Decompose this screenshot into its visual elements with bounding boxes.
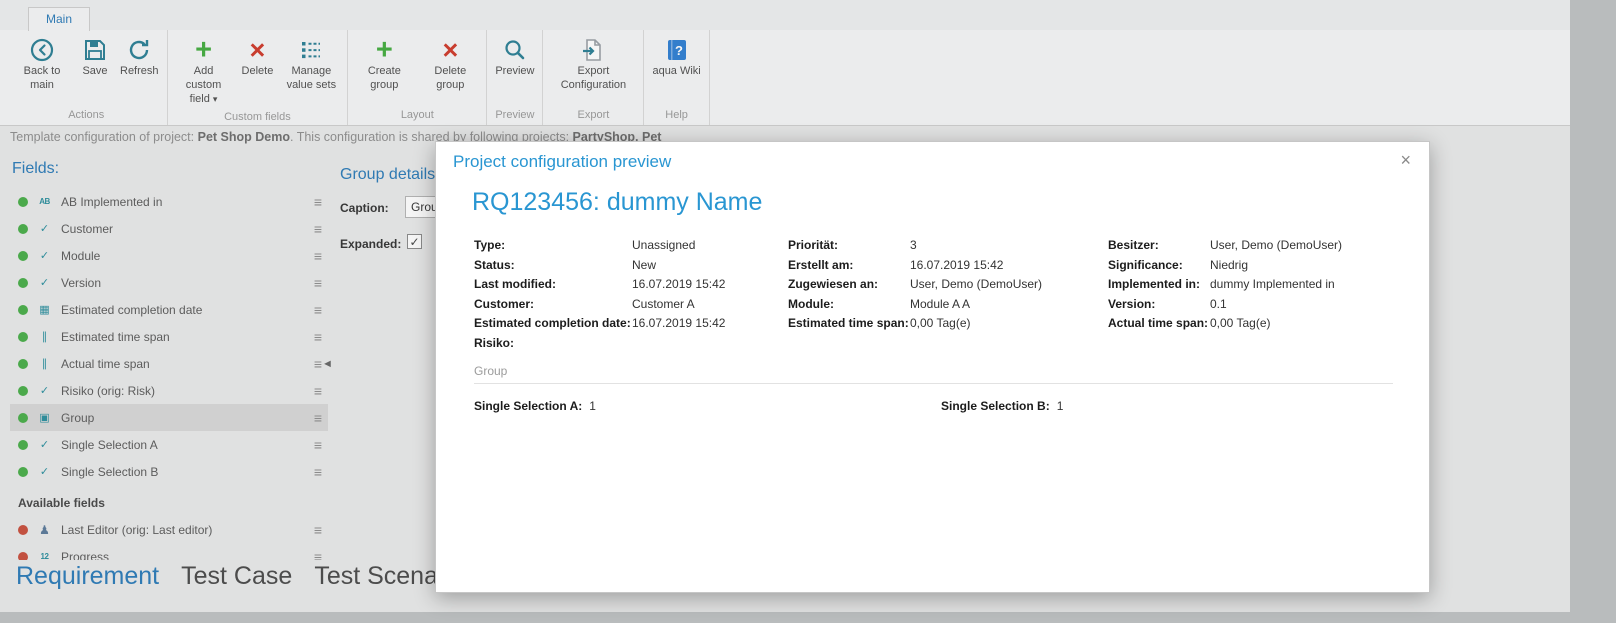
field-label: Significance: xyxy=(1108,257,1183,272)
field-row: Significance: Niedrig xyxy=(1108,258,1413,278)
field-label: Risiko: xyxy=(474,335,515,350)
field-row: Risiko: xyxy=(474,336,782,356)
field-row: Status: New xyxy=(474,258,782,278)
requirement-heading: RQ123456: dummy Name xyxy=(472,188,763,216)
field-row: Priorität: 3 xyxy=(788,238,1103,258)
field-row: Zugewiesen an: User, Demo (DemoUser) xyxy=(788,277,1103,297)
field-label: Erstellt am: xyxy=(788,257,854,272)
field-label: Type: xyxy=(474,238,506,252)
field-label: Besitzer: xyxy=(1108,238,1159,252)
field-value: 1 xyxy=(1056,399,1064,413)
field-row: Single Selection A: 1 xyxy=(474,399,596,413)
field-label: Last modified: xyxy=(474,277,557,291)
project-configuration-preview-dialog: Project configuration preview × RQ123456… xyxy=(435,141,1430,593)
field-row: Estimated completion date: 16.07.2019 15:… xyxy=(474,316,782,336)
field-label: Status: xyxy=(474,257,515,272)
field-value: dummy Implemented in xyxy=(1210,277,1335,291)
field-label: Version: xyxy=(1108,296,1156,311)
field-value: New xyxy=(632,257,657,272)
field-value: 1 xyxy=(589,399,596,413)
field-value: 16.07.2019 15:42 xyxy=(632,277,726,291)
field-label: Single Selection B: xyxy=(941,399,1050,413)
field-value: 0,00 Tag(e) xyxy=(910,316,971,330)
field-label: Priorität: xyxy=(788,238,839,252)
field-value: 0,00 Tag(e) xyxy=(1210,316,1271,330)
field-value: User, Demo (DemoUser) xyxy=(1210,238,1343,252)
field-label: Single Selection A: xyxy=(474,399,583,413)
field-value: Module A A xyxy=(910,296,971,311)
group-section-title: Group xyxy=(474,364,508,378)
group-section-divider xyxy=(474,383,1393,384)
field-value: Customer A xyxy=(632,296,695,311)
field-value: User, Demo (DemoUser) xyxy=(910,277,1043,291)
field-label: Zugewiesen an: xyxy=(788,277,879,291)
field-row: Customer: Customer A xyxy=(474,297,782,317)
field-value: 3 xyxy=(910,238,917,252)
field-value: Niedrig xyxy=(1210,257,1249,272)
field-row: Type: Unassigned xyxy=(474,238,782,258)
field-value: 0.1 xyxy=(1210,296,1227,311)
field-row: Implemented in: dummy Implemented in xyxy=(1108,277,1413,297)
field-row: Module: Module A A xyxy=(788,297,1103,317)
close-icon[interactable]: × xyxy=(1396,149,1415,171)
field-row: Version: 0.1 xyxy=(1108,297,1413,317)
field-label: Implemented in: xyxy=(1108,277,1201,291)
field-row: Erstellt am: 16.07.2019 15:42 xyxy=(788,258,1103,278)
field-row: Besitzer: User, Demo (DemoUser) xyxy=(1108,238,1413,258)
field-row: Last modified: 16.07.2019 15:42 xyxy=(474,277,782,297)
field-row: Estimated time span: 0,00 Tag(e) xyxy=(788,316,1103,336)
field-label: Customer: xyxy=(474,296,535,311)
field-value: Unassigned xyxy=(632,238,696,252)
field-label: Module: xyxy=(788,296,834,311)
field-label: Estimated time span: xyxy=(788,316,909,330)
field-row: Actual time span: 0,00 Tag(e) xyxy=(1108,316,1413,336)
preview-column-3: Besitzer: User, Demo (DemoUser) Significa… xyxy=(1108,238,1413,336)
preview-column-2: Priorität: 3 Erstellt am: 16.07.2019 15:42… xyxy=(788,238,1103,336)
preview-column-1: Type: Unassigned Status: New Last modified… xyxy=(474,238,782,355)
field-value: 16.07.2019 15:42 xyxy=(632,316,726,330)
field-label: Actual time span: xyxy=(1108,316,1209,330)
dialog-title: Project configuration preview xyxy=(453,152,672,171)
field-value: 16.07.2019 15:42 xyxy=(910,257,1004,272)
field-row: Single Selection B: 1 xyxy=(941,399,1063,413)
field-label: Estimated completion date: xyxy=(474,316,631,330)
